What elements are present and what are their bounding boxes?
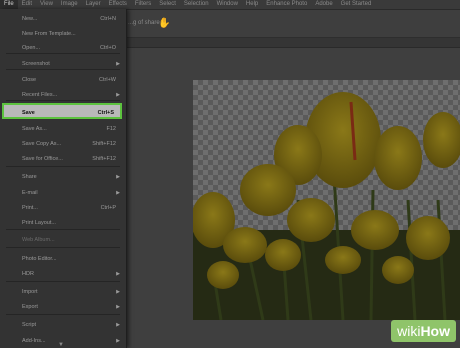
- menubar-item-selection[interactable]: Selection: [180, 0, 213, 9]
- menu-item-label: Open...: [22, 45, 41, 51]
- menubar-item-select[interactable]: Select: [155, 0, 180, 9]
- menu-item-hdr[interactable]: HDR ▶: [4, 269, 122, 280]
- menubar-item-image[interactable]: Image: [57, 0, 82, 9]
- menu-item-label: New...: [22, 16, 38, 22]
- menu-item-close[interactable]: Close Ctrl+W: [4, 75, 122, 86]
- menu-item-recent-files[interactable]: Recent Files... ▶: [4, 90, 122, 101]
- menu-item-shortcut: Shift+F12: [92, 156, 116, 162]
- menu-item-shortcut: Shift+F12: [92, 141, 116, 147]
- menu-item-import[interactable]: Import ▶: [4, 287, 122, 298]
- menu-item-label: Save for Office...: [22, 156, 63, 162]
- menu-item-save-copy-as[interactable]: Save Copy As... Shift+F12: [4, 139, 122, 150]
- menu-item-label: Web Album...: [22, 237, 55, 243]
- menu-item-label: Print...: [22, 205, 38, 211]
- submenu-arrow-icon: ▶: [116, 322, 120, 328]
- menubar-item-get-started[interactable]: Get Started: [337, 0, 376, 9]
- submenu-arrow-icon: ▶: [116, 92, 120, 98]
- menu-item-label: New From Template...: [22, 31, 76, 37]
- menubar-item-edit[interactable]: Edit: [18, 0, 36, 9]
- menu-item-label: Recent Files...: [22, 92, 58, 98]
- menu-item-shortcut: F12: [106, 126, 116, 132]
- menu-item-web-album: Web Album...: [4, 235, 122, 246]
- menu-item-label: Close: [22, 77, 37, 83]
- menubar-item-layer[interactable]: Layer: [82, 0, 105, 9]
- menu-item-label: Save As...: [22, 126, 47, 132]
- menu-item-save-for-office[interactable]: Save for Office... Shift+F12: [4, 154, 122, 165]
- menu-separator: [6, 229, 120, 230]
- submenu-arrow-icon: ▶: [116, 190, 120, 196]
- tulip-photo: [193, 92, 460, 320]
- menu-item-label: E-mail: [22, 190, 38, 196]
- document-tab-strip: [120, 38, 460, 48]
- image-canvas[interactable]: [193, 80, 460, 320]
- menu-item-save-as[interactable]: Save As... F12: [4, 124, 122, 135]
- chevron-down-icon[interactable]: ▼: [58, 342, 64, 348]
- submenu-arrow-icon: ▶: [116, 289, 120, 295]
- menu-item-label: Share: [22, 174, 37, 180]
- submenu-arrow-icon: ▶: [116, 271, 120, 277]
- menu-item-label: Save: [22, 110, 35, 116]
- menu-item-new[interactable]: New... Ctrl+N: [4, 14, 122, 25]
- menubar-item-adobe[interactable]: Adobe: [311, 0, 336, 9]
- menu-separator: [6, 281, 120, 282]
- menu-item-label: Script: [22, 322, 37, 328]
- menubar-item-effects[interactable]: Effects: [105, 0, 131, 9]
- menu-item-label: HDR: [22, 271, 34, 277]
- submenu-arrow-icon: ▶: [116, 338, 120, 344]
- menu-item-label: Add-Ins...: [22, 338, 46, 344]
- menu-item-screenshot[interactable]: Screenshot ▶: [4, 59, 122, 70]
- submenu-arrow-icon: ▶: [116, 174, 120, 180]
- menubar-item-enhance-photo[interactable]: Enhance Photo: [262, 0, 311, 9]
- menu-item-shortcut: Ctrl+P: [100, 205, 116, 211]
- menu-item-shortcut: Ctrl+W: [99, 77, 116, 83]
- menu-item-save[interactable]: Save Ctrl+S: [2, 103, 122, 119]
- menu-separator: [6, 314, 120, 315]
- menu-item-print[interactable]: Print... Ctrl+P: [4, 203, 122, 214]
- hand-icon[interactable]: ✋: [158, 18, 170, 29]
- options-bar-text: ...g of share: [128, 20, 160, 26]
- menu-item-print-layout[interactable]: Print Layout...: [4, 218, 122, 229]
- menu-item-label: Photo Editor...: [22, 256, 57, 262]
- submenu-arrow-icon: ▶: [116, 304, 120, 310]
- submenu-arrow-icon: ▶: [116, 61, 120, 67]
- menu-item-open[interactable]: Open... Ctrl+O: [4, 43, 122, 54]
- menubar-item-window[interactable]: Window: [213, 0, 242, 9]
- menu-item-photo-editor[interactable]: Photo Editor...: [4, 254, 122, 265]
- menu-item-label: Import: [22, 289, 38, 295]
- menu-item-e-mail[interactable]: E-mail ▶: [4, 188, 122, 199]
- menu-item-shortcut: Ctrl+N: [100, 16, 116, 22]
- menubar-item-filters[interactable]: Filters: [131, 0, 155, 9]
- menubar-item-help[interactable]: Help: [242, 0, 262, 9]
- menu-item-export[interactable]: Export ▶: [4, 302, 122, 313]
- menu-separator: [6, 166, 120, 167]
- menu-item-shortcut: Ctrl+O: [99, 45, 116, 51]
- file-menu: New... Ctrl+N New From Template... Open... C…: [0, 9, 127, 348]
- menu-item-new-from-template[interactable]: New From Template...: [4, 29, 122, 40]
- menu-item-label: Screenshot: [22, 61, 50, 67]
- menubar-item-view[interactable]: View: [36, 0, 57, 9]
- wikihow-watermark: wiki How: [391, 320, 456, 342]
- menu-item-share[interactable]: Share ▶: [4, 172, 122, 183]
- menu-item-label: Print Layout...: [22, 220, 56, 226]
- menu-item-script[interactable]: Script ▶: [4, 320, 122, 331]
- menu-item-shortcut: Ctrl+S: [97, 110, 114, 116]
- menu-separator: [6, 247, 120, 248]
- menu-item-label: Save Copy As...: [22, 141, 62, 147]
- menu-item-label: Export: [22, 304, 38, 310]
- menubar-item-file[interactable]: File: [0, 0, 18, 9]
